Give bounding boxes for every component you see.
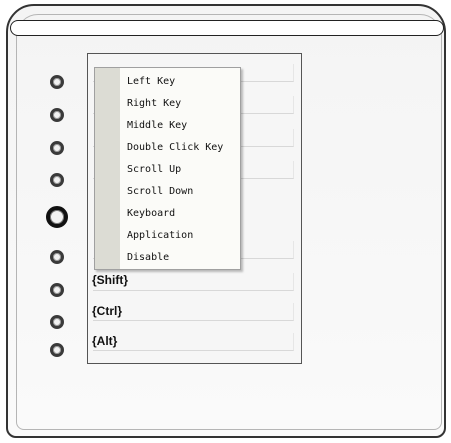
menu-item-scroll-down[interactable]: Scroll Down bbox=[120, 181, 240, 203]
express-key-button-7[interactable] bbox=[50, 283, 64, 297]
express-key-button-3[interactable] bbox=[50, 141, 64, 155]
express-key-button-6[interactable] bbox=[50, 250, 64, 264]
menu-item-label: Right Key bbox=[127, 98, 182, 109]
menu-item-label: Scroll Up bbox=[127, 164, 182, 175]
menu-item-left-key[interactable]: Left Key bbox=[120, 71, 240, 93]
menu-item-label: Double Click Key bbox=[127, 142, 224, 153]
function-context-menu: Left Key Right Key Middle Key Double Cli… bbox=[94, 67, 241, 270]
menu-item-application[interactable]: Application bbox=[120, 225, 240, 247]
express-key-button-4[interactable] bbox=[50, 173, 64, 187]
menu-item-keyboard[interactable]: Keyboard bbox=[120, 203, 240, 225]
express-key-button-2[interactable] bbox=[50, 108, 64, 122]
menu-item-label: Keyboard bbox=[127, 208, 176, 219]
menu-item-label: Middle Key bbox=[127, 120, 188, 131]
menu-icon-gutter bbox=[95, 68, 120, 269]
assignment-shift-value[interactable]: {Shift} bbox=[92, 273, 128, 287]
assignment-row-9[interactable] bbox=[93, 333, 294, 351]
menu-item-scroll-up[interactable]: Scroll Up bbox=[120, 159, 240, 181]
express-key-button-9[interactable] bbox=[50, 343, 64, 357]
assignment-row-8[interactable] bbox=[93, 303, 294, 321]
menu-item-double-click-key[interactable]: Double Click Key bbox=[120, 137, 240, 159]
assignment-alt-value[interactable]: {Alt} bbox=[92, 334, 117, 348]
menu-item-label: Application bbox=[127, 230, 194, 241]
menu-item-disable[interactable]: Disable bbox=[120, 247, 240, 269]
menu-item-middle-key[interactable]: Middle Key bbox=[120, 115, 240, 137]
menu-item-label: Scroll Down bbox=[127, 186, 194, 197]
menu-item-right-key[interactable]: Right Key bbox=[120, 93, 240, 115]
express-key-button-1[interactable] bbox=[50, 75, 64, 89]
menu-item-label: Disable bbox=[127, 252, 170, 263]
top-touch-strip bbox=[10, 20, 444, 36]
express-key-button-5-selected[interactable] bbox=[46, 206, 68, 228]
express-key-button-8[interactable] bbox=[50, 315, 64, 329]
menu-item-label: Left Key bbox=[127, 76, 176, 87]
assignment-ctrl-value[interactable]: {Ctrl} bbox=[92, 304, 122, 318]
